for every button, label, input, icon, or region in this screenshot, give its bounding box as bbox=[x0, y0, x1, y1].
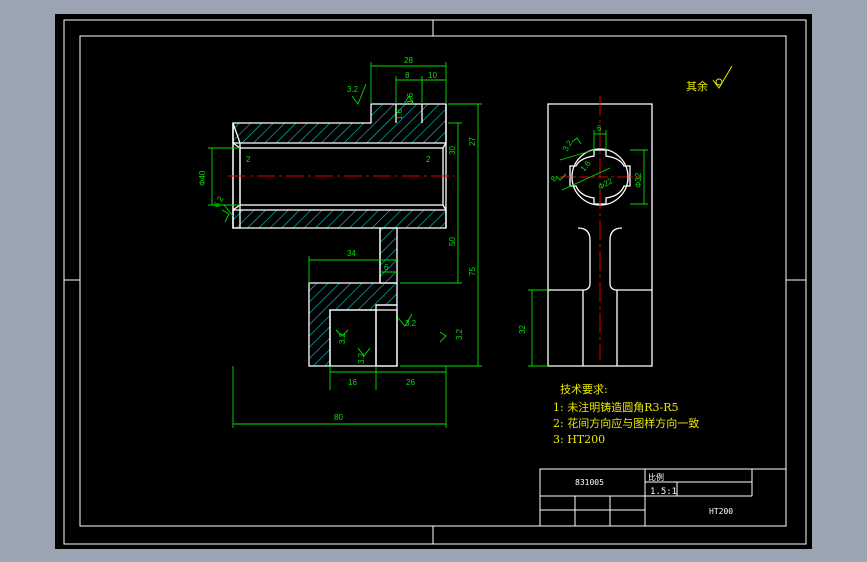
scale-value: 1.5:1 bbox=[650, 487, 677, 497]
dim-3-2-top: 3.2 bbox=[347, 85, 359, 94]
dim-3-2-lower: 3.2 bbox=[357, 352, 366, 364]
material-label: HT200 bbox=[709, 507, 733, 516]
roughness-note: 其余 bbox=[686, 79, 708, 93]
dim-16: 16 bbox=[348, 378, 357, 387]
dim-28: 28 bbox=[404, 56, 413, 65]
tech-item-2: 2: 花间方向应与图样方向一致 bbox=[553, 416, 699, 430]
drawing-number: 831005 bbox=[575, 478, 604, 487]
dim-2-right: 2 bbox=[426, 155, 431, 164]
dim-6: 6 bbox=[384, 263, 389, 272]
dim-10: 10 bbox=[428, 71, 437, 80]
dim-1-6-a: 1.6 bbox=[395, 108, 404, 120]
dim-2-left: 2 bbox=[246, 155, 251, 164]
dim-30: 30 bbox=[448, 146, 457, 155]
dim-phi32: Φ32 bbox=[634, 172, 643, 188]
tech-item-1: 1: 未注明铸造圆角R3-R5 bbox=[553, 400, 678, 414]
dim-3-2-mid: 3.2 bbox=[405, 319, 417, 328]
engineering-drawing: 28 8 10 3.2 1.6 1.6 2 2 Φ40 6.2 30 27 34… bbox=[55, 14, 812, 549]
tech-item-3: 3: HT200 bbox=[553, 433, 605, 446]
dim-phi40: Φ40 bbox=[198, 170, 207, 186]
scale-label: 比例 bbox=[648, 472, 664, 482]
dim-3-2-right: 3.2 bbox=[455, 328, 464, 340]
dim-27: 27 bbox=[468, 137, 477, 146]
dim-75: 75 bbox=[468, 267, 477, 276]
dim-80: 80 bbox=[334, 413, 343, 422]
cad-drawing-window: 28 8 10 3.2 1.6 1.6 2 2 Φ40 6.2 30 27 34… bbox=[0, 0, 867, 562]
dim-32: 32 bbox=[518, 325, 527, 334]
dim-8: 8 bbox=[405, 71, 410, 80]
tech-heading: 技术要求: bbox=[560, 383, 608, 396]
dim-3-2-left: 3.2 bbox=[338, 332, 347, 344]
dim-side-6: 6 bbox=[597, 124, 602, 133]
dim-50: 50 bbox=[448, 237, 457, 246]
dim-26: 26 bbox=[406, 378, 415, 387]
dim-1-6-b: 1.6 bbox=[406, 92, 415, 104]
dim-34: 34 bbox=[347, 249, 356, 258]
